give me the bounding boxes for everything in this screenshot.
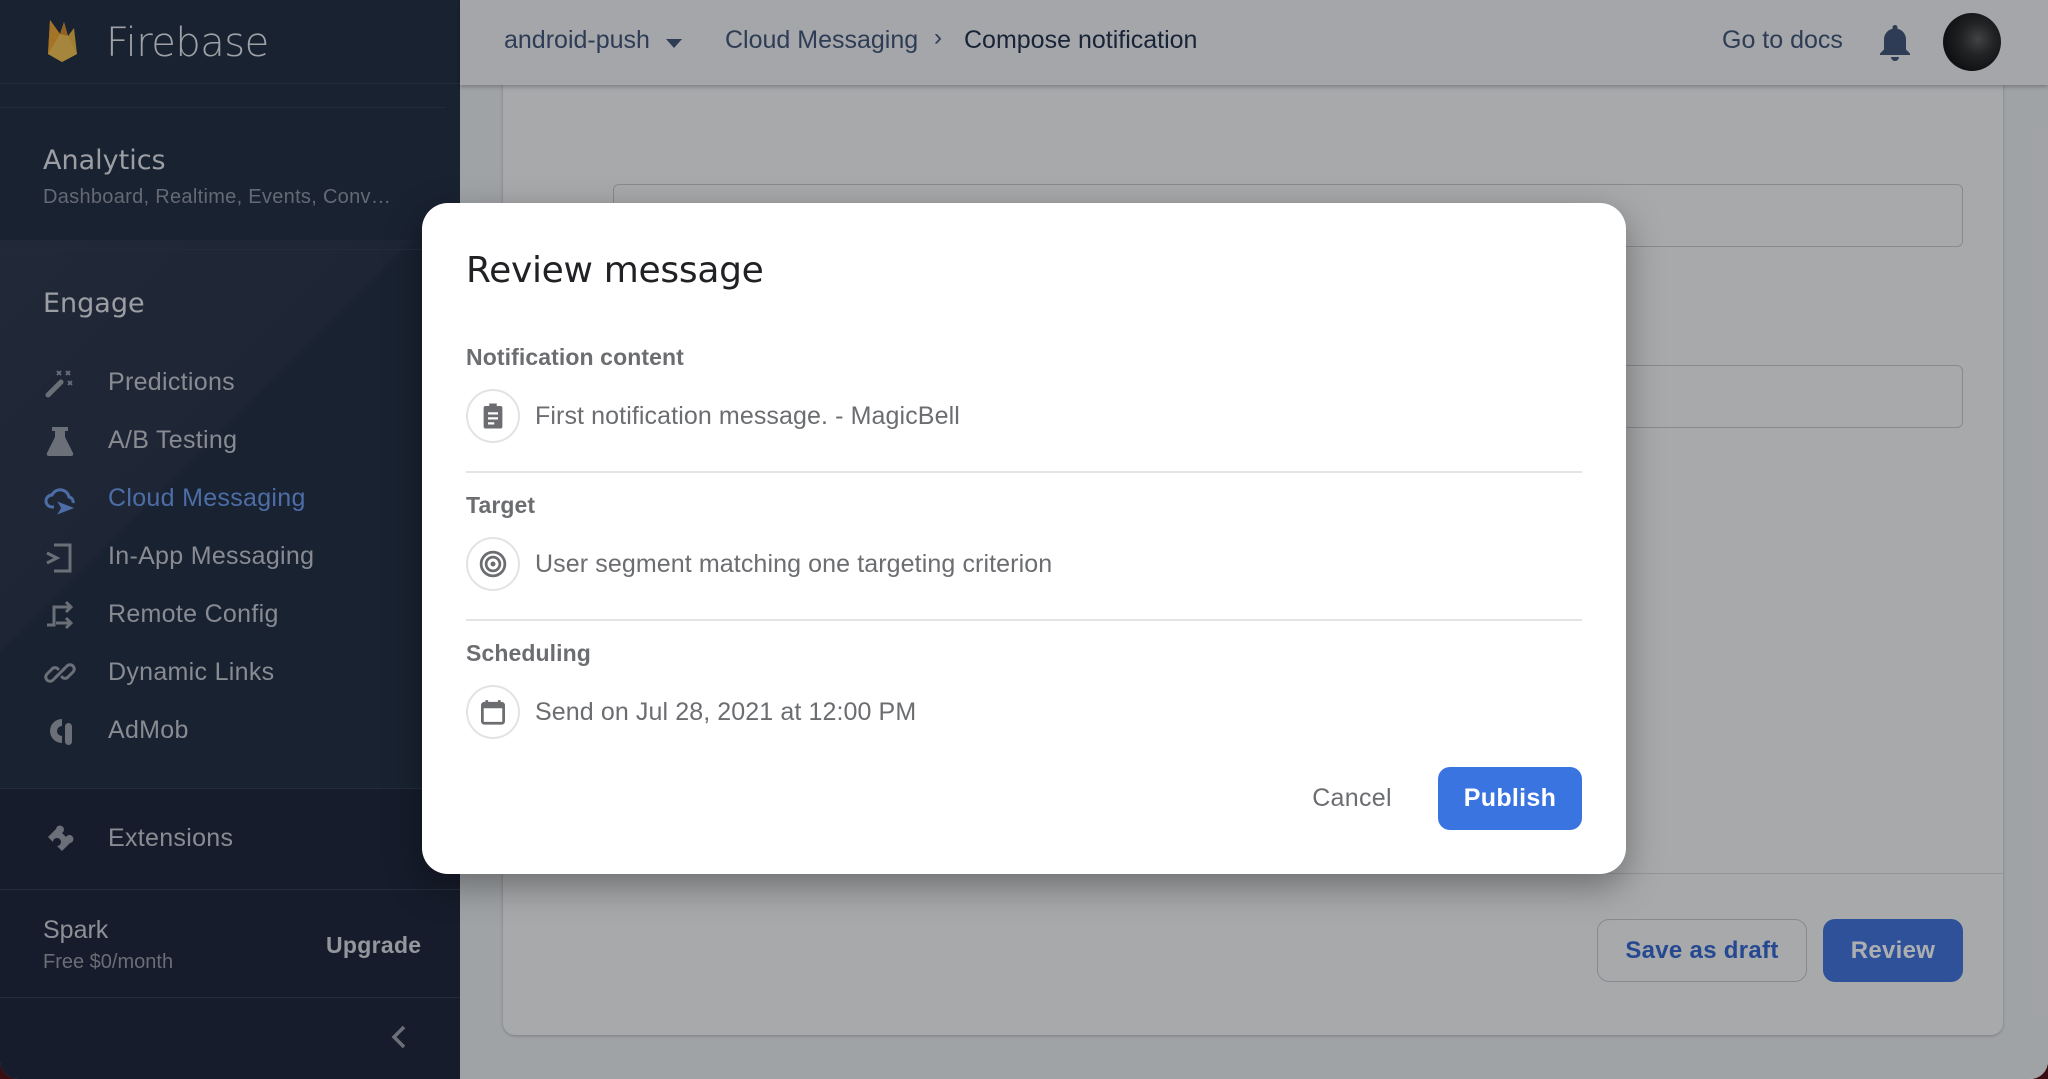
clipboard-icon: [466, 389, 520, 443]
scheduling-row: Send on Jul 28, 2021 at 12:00 PM: [466, 684, 1582, 740]
publish-button[interactable]: Publish: [1438, 767, 1582, 830]
firebase-console: Firebase Analytics Dashboard, Realtime, …: [0, 0, 2048, 1079]
target-value: User segment matching one targeting crit…: [535, 549, 1053, 578]
target-icon: [466, 537, 520, 591]
calendar-icon: [466, 685, 520, 739]
section-label-scheduling: Scheduling: [466, 640, 591, 666]
divider: [466, 471, 1582, 473]
target-row: User segment matching one targeting crit…: [466, 536, 1582, 592]
notification-content-row: First notification message. - MagicBell: [466, 388, 1582, 444]
section-label-target: Target: [466, 492, 536, 518]
divider: [466, 619, 1582, 621]
review-message-dialog: Review message Notification content Firs…: [422, 203, 1626, 874]
scheduling-value: Send on Jul 28, 2021 at 12:00 PM: [535, 697, 917, 726]
notification-content-value: First notification message. - MagicBell: [535, 401, 960, 430]
cancel-button[interactable]: Cancel: [1292, 767, 1412, 830]
section-label-notification-content: Notification content: [466, 344, 684, 370]
dialog-title: Review message: [466, 250, 764, 291]
